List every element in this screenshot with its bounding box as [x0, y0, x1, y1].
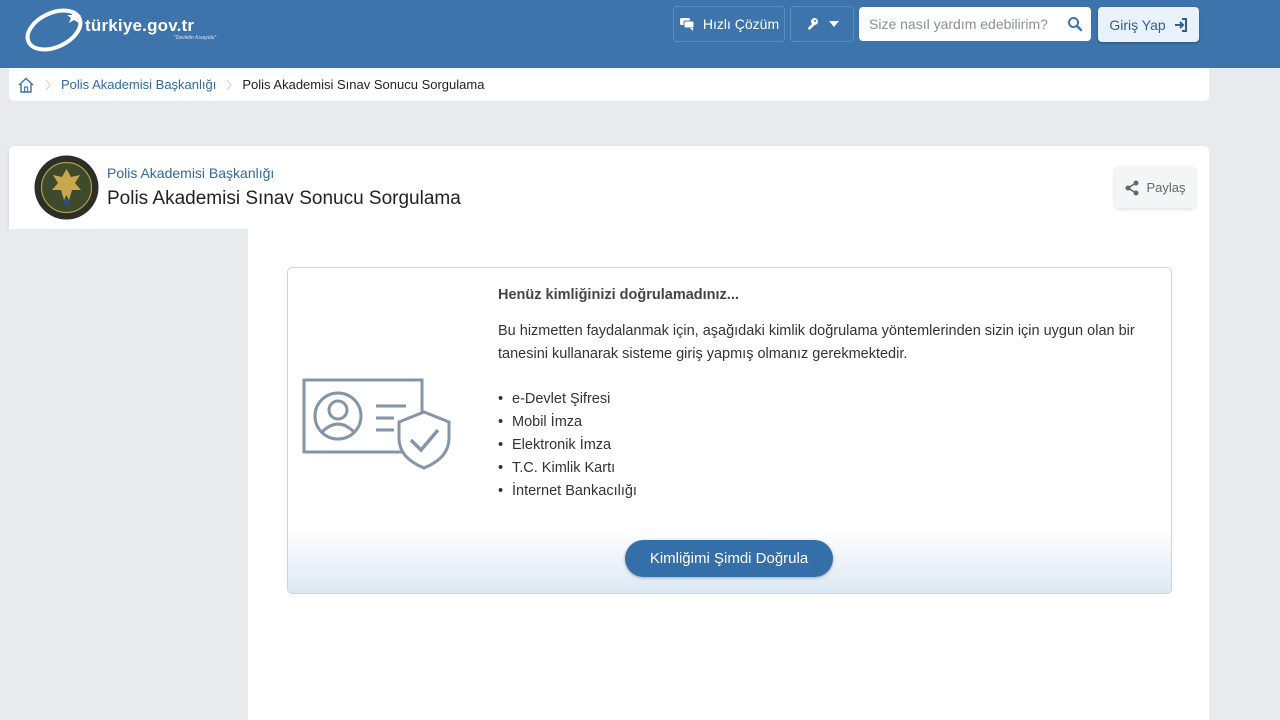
page-margin	[1209, 68, 1280, 720]
main-content: Henüz kimliğinizi doğrulamadınız... Bu h…	[248, 229, 1209, 720]
breadcrumb: Polis Akademisi Başkanlığı Polis Akademi…	[9, 68, 1209, 101]
auth-method-item: İnternet Bankacılığı	[498, 480, 637, 503]
login-button[interactable]: Giriş Yap	[1098, 7, 1199, 42]
key-icon	[807, 18, 818, 31]
top-bar: türkiye.gov.tr "Devletin Kısayolu" Hızlı…	[0, 0, 1280, 68]
sign-in-icon	[1174, 17, 1187, 32]
logo-slogan: "Devletin Kısayolu"	[174, 35, 217, 41]
chevron-right-icon	[45, 79, 51, 90]
quick-solution-button[interactable]: Hızlı Çözüm	[673, 6, 785, 42]
page-title: Polis Akademisi Sınav Sonucu Sorgulama	[107, 188, 461, 209]
share-button[interactable]: Paylaş	[1115, 167, 1195, 208]
auth-method-item: T.C. Kimlik Kartı	[498, 457, 637, 480]
verify-identity-button[interactable]: Kimliğimi Şimdi Doğrula	[625, 540, 833, 577]
auth-methods-list: e-Devlet Şifresi Mobil İmza Elektronik İ…	[498, 388, 637, 503]
auth-heading: Henüz kimliğinizi doğrulamadınız...	[498, 287, 739, 303]
search-input[interactable]	[859, 7, 1055, 41]
authentication-required-panel: Henüz kimliğinizi doğrulamadınız... Bu h…	[287, 267, 1172, 594]
chat-icon	[679, 18, 695, 31]
share-label: Paylaş	[1146, 180, 1186, 195]
logo-text: türkiye.gov.tr	[85, 16, 195, 35]
auth-description: Bu hizmetten faydalanmak için, aşağıdaki…	[498, 323, 1135, 362]
breadcrumb-item-institution[interactable]: Polis Akademisi Başkanlığı	[61, 77, 216, 92]
turkiye-gov-logo[interactable]: türkiye.gov.tr "Devletin Kısayolu"	[22, 4, 232, 54]
login-options-dropdown[interactable]	[790, 6, 854, 42]
logo-swoosh-icon	[25, 8, 83, 52]
breadcrumb-item-current: Polis Akademisi Sınav Sonucu Sorgulama	[242, 77, 485, 92]
home-icon[interactable]	[17, 77, 35, 93]
quick-solution-label: Hızlı Çözüm	[702, 16, 780, 32]
auth-method-item: Mobil İmza	[498, 411, 637, 434]
search-icon[interactable]	[1067, 16, 1083, 32]
service-header: Polis Akademisi Başkanlığı Polis Akademi…	[9, 146, 1209, 229]
share-icon	[1125, 180, 1139, 195]
id-card-shield-icon	[302, 378, 451, 470]
chevron-down-icon	[829, 21, 839, 27]
institution-name[interactable]: Polis Akademisi Başkanlığı	[107, 165, 274, 181]
auth-method-item: e-Devlet Şifresi	[498, 388, 637, 411]
search-box	[859, 7, 1091, 41]
login-label: Giriş Yap	[1109, 16, 1166, 33]
left-sidebar	[9, 229, 248, 720]
chevron-right-icon	[226, 79, 232, 90]
police-academy-emblem	[34, 155, 99, 220]
auth-method-item: Elektronik İmza	[498, 434, 637, 457]
